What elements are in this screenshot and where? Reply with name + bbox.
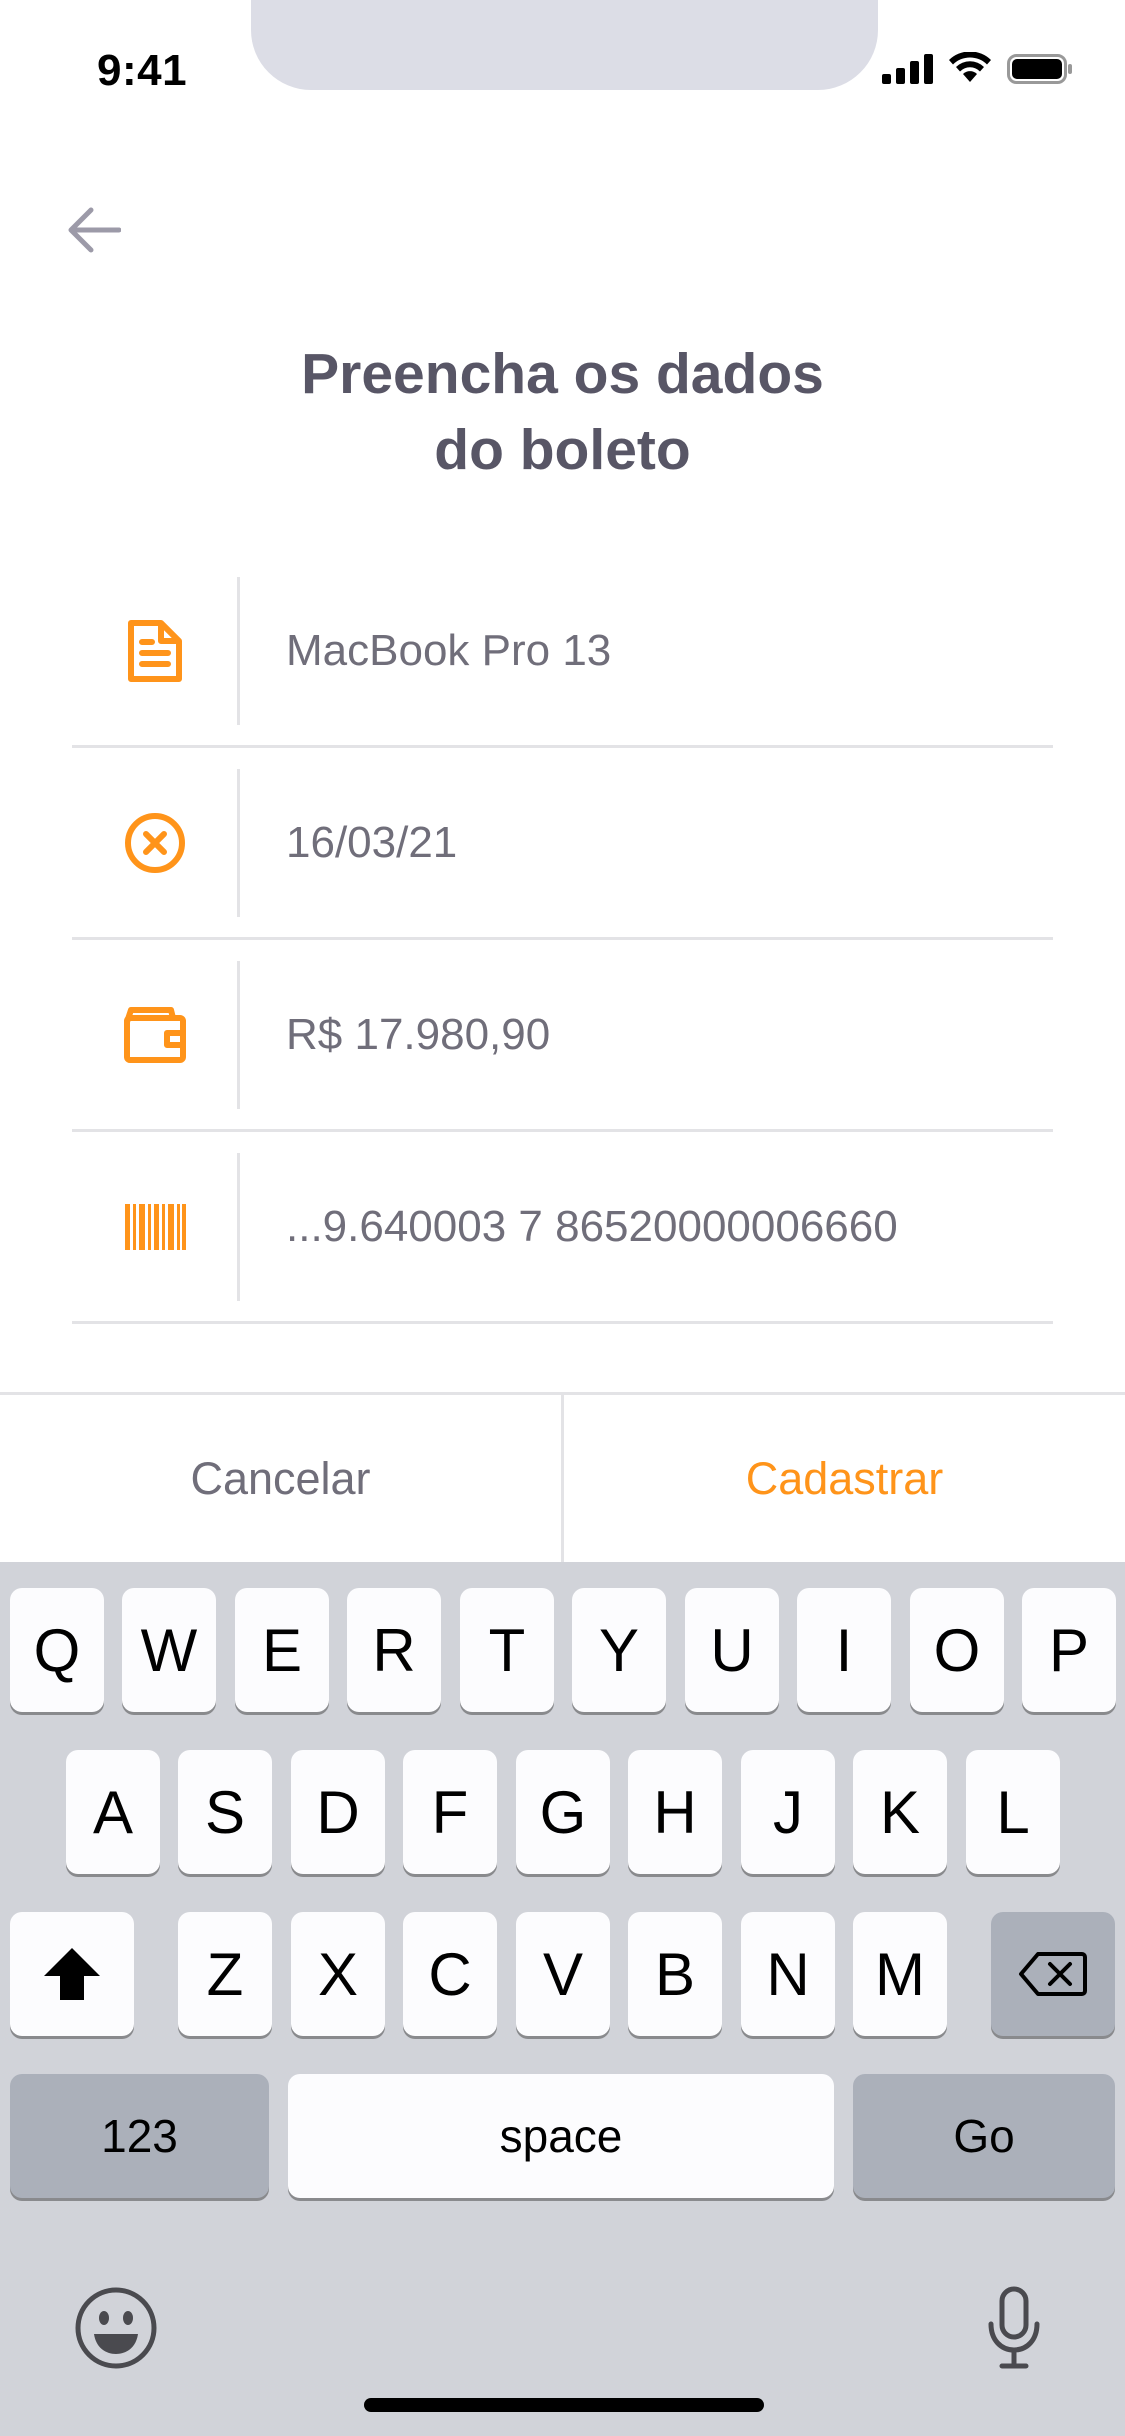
form-row-due-date: 16/03/21: [72, 748, 1053, 940]
emoji-icon: [75, 2287, 157, 2369]
key-c[interactable]: C: [403, 1912, 497, 2036]
icon-cell: [72, 768, 240, 917]
back-button[interactable]: [64, 200, 124, 260]
dictation-button[interactable]: [966, 2280, 1062, 2376]
key-y[interactable]: Y: [572, 1588, 666, 1712]
submit-button[interactable]: Cadastrar: [564, 1395, 1125, 1562]
key-r[interactable]: R: [347, 1588, 441, 1712]
key-x[interactable]: X: [291, 1912, 385, 2036]
boleto-form: MacBook Pro 13 16/03/21 R$ 17.980,90 ...…: [72, 556, 1053, 1324]
icon-cell: [72, 960, 240, 1109]
amount-input[interactable]: R$ 17.980,90: [240, 1010, 1053, 1060]
key-f[interactable]: F: [403, 1750, 497, 1874]
arrow-left-icon: [68, 207, 121, 253]
key-q[interactable]: Q: [10, 1588, 104, 1712]
cellular-signal-icon: [882, 52, 933, 84]
key-p[interactable]: P: [1022, 1588, 1116, 1712]
key-k[interactable]: K: [853, 1750, 947, 1874]
key-w[interactable]: W: [122, 1588, 216, 1712]
notch: [251, 0, 878, 90]
barcode-icon: [124, 1203, 186, 1250]
cancel-button[interactable]: Cancelar: [0, 1395, 564, 1562]
action-bar: Cancelar Cadastrar: [0, 1392, 1125, 1562]
key-l[interactable]: L: [966, 1750, 1060, 1874]
key-o[interactable]: O: [910, 1588, 1004, 1712]
key-z[interactable]: Z: [178, 1912, 272, 2036]
key-v[interactable]: V: [516, 1912, 610, 2036]
key-d[interactable]: D: [291, 1750, 385, 1874]
page-title: Preencha os dados do boleto: [0, 336, 1125, 488]
microphone-icon: [988, 2286, 1040, 2369]
key-n[interactable]: N: [741, 1912, 835, 2036]
status-bar: 9:41: [0, 0, 1125, 130]
status-icons: [882, 52, 1073, 84]
backspace-icon: [1019, 1952, 1087, 1996]
key-e[interactable]: E: [235, 1588, 329, 1712]
home-indicator: [364, 2398, 764, 2412]
numbers-key[interactable]: 123: [10, 2074, 269, 2198]
status-time: 9:41: [97, 46, 188, 95]
go-key[interactable]: Go: [853, 2074, 1115, 2198]
key-a[interactable]: A: [66, 1750, 160, 1874]
key-t[interactable]: T: [460, 1588, 554, 1712]
space-key[interactable]: space: [288, 2074, 834, 2198]
document-icon: [127, 619, 182, 682]
icon-cell: [72, 1152, 240, 1301]
shift-key[interactable]: [10, 1912, 134, 2036]
form-row-barcode: ...9.640003 7 86520000006660: [72, 1132, 1053, 1324]
keyboard: Q W E R T Y U I O P A S D F G H J K L Z …: [0, 1562, 1125, 2436]
title-line-2: do boleto: [434, 418, 691, 482]
shift-icon: [44, 1948, 100, 2000]
icon-cell: [72, 576, 240, 725]
key-u[interactable]: U: [685, 1588, 779, 1712]
form-row-name: MacBook Pro 13: [72, 556, 1053, 748]
key-b[interactable]: B: [628, 1912, 722, 2036]
key-i[interactable]: I: [797, 1588, 891, 1712]
title-line-1: Preencha os dados: [301, 342, 824, 406]
wallet-icon: [123, 1006, 186, 1063]
key-j[interactable]: J: [741, 1750, 835, 1874]
wifi-icon: [949, 52, 991, 82]
barcode-input[interactable]: ...9.640003 7 86520000006660: [240, 1202, 1053, 1252]
key-g[interactable]: G: [516, 1750, 610, 1874]
form-row-amount: R$ 17.980,90: [72, 940, 1053, 1132]
key-s[interactable]: S: [178, 1750, 272, 1874]
battery-icon: [1007, 54, 1072, 84]
emoji-button[interactable]: [68, 2280, 164, 2376]
key-h[interactable]: H: [628, 1750, 722, 1874]
product-name-input[interactable]: MacBook Pro 13: [240, 626, 1053, 676]
key-m[interactable]: M: [853, 1912, 947, 2036]
due-date-input[interactable]: 16/03/21: [240, 818, 1053, 868]
delete-key[interactable]: [991, 1912, 1115, 2036]
x-circle-icon: [124, 812, 185, 873]
